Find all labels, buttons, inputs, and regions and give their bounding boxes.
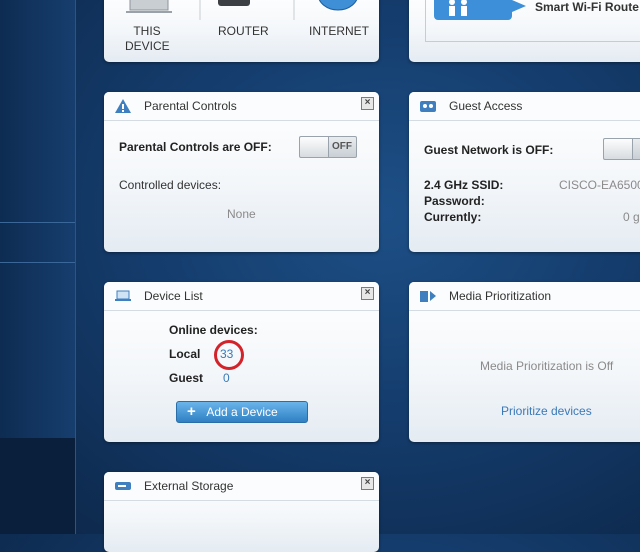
warning-icon [115,99,131,113]
parental-controls-header: Parental Controls × [104,92,379,121]
toggle-knob [604,139,633,159]
parental-controls-title: Parental Controls [144,99,237,113]
this-device-label: THIS DEVICE [125,24,170,53]
media-icon [420,291,436,302]
local-devices-count[interactable]: 33 [220,347,233,361]
left-sidebar [0,0,76,534]
laptop-icon [115,290,131,301]
media-prioritization-widget: Media Prioritization Media Prioritizatio… [409,282,640,442]
media-prioritization-status: Media Prioritization is Off [480,359,614,373]
media-prioritization-header: Media Prioritization [409,282,640,311]
currently-value: 0 g [623,210,640,224]
close-icon[interactable]: × [361,287,374,300]
guest-access-icon [420,101,436,112]
device-list-widget: Device List × Online devices: Local 33 G… [104,282,379,442]
local-label: Local [169,347,201,361]
parental-controls-toggle[interactable]: OFF [299,136,357,158]
external-storage-widget: External Storage × [104,472,379,552]
guest-label: Guest [169,371,204,385]
computer-icon [126,0,172,13]
guest-network-toggle[interactable] [603,138,640,160]
device-list-title: Device List [144,289,203,303]
router-icon [218,0,250,6]
password-label: Password: [424,194,485,208]
prioritize-devices-link[interactable]: Prioritize devices [501,404,592,418]
family-icon [434,0,526,20]
guest-access-widget: Guest Access Guest Network is OFF: 2.4 G… [409,92,640,252]
smart-wifi-title: Smart Wi-Fi Route [535,0,639,14]
plus-icon: + [187,403,196,420]
connector-icon [199,0,201,20]
close-icon[interactable]: × [361,477,374,490]
guest-access-title: Guest Access [449,99,523,113]
usb-icon [115,482,131,490]
internet-label: INTERNET [309,24,369,38]
sidebar-divider [0,262,75,263]
controlled-devices-label: Controlled devices: [119,178,222,192]
sidebar-footer [0,438,75,534]
sidebar-divider [0,222,75,223]
guest-devices-count[interactable]: 0 [223,371,230,385]
add-device-label: Add a Device [206,405,278,419]
guest-access-header: Guest Access [409,92,640,121]
external-storage-title: External Storage [144,479,234,493]
close-icon[interactable]: × [361,97,374,110]
currently-label: Currently: [424,210,482,224]
connector-icon [293,0,295,20]
device-list-header: Device List × [104,282,379,311]
add-device-button[interactable]: + Add a Device [176,401,308,423]
external-storage-header: External Storage × [104,472,379,501]
ssid-value: CISCO-EA6500 [559,178,640,192]
ssid-label: 2.4 GHz SSID: [424,178,504,192]
globe-icon [318,0,358,11]
parental-controls-widget: Parental Controls × Parental Controls ar… [104,92,379,252]
parental-controls-status-label: Parental Controls are OFF: [119,140,272,154]
guest-network-status-label: Guest Network is OFF: [424,143,554,157]
smart-wifi-widget: Smart Wi-Fi Route [409,0,640,62]
media-prioritization-title: Media Prioritization [449,289,552,303]
toggle-knob [300,137,329,157]
router-label: ROUTER [218,24,269,38]
online-devices-label: Online devices: [169,323,258,337]
network-map-widget: THIS DEVICE ROUTER INTERNET [104,0,379,62]
controlled-devices-value: None [227,207,256,221]
toggle-state: OFF [332,141,352,152]
